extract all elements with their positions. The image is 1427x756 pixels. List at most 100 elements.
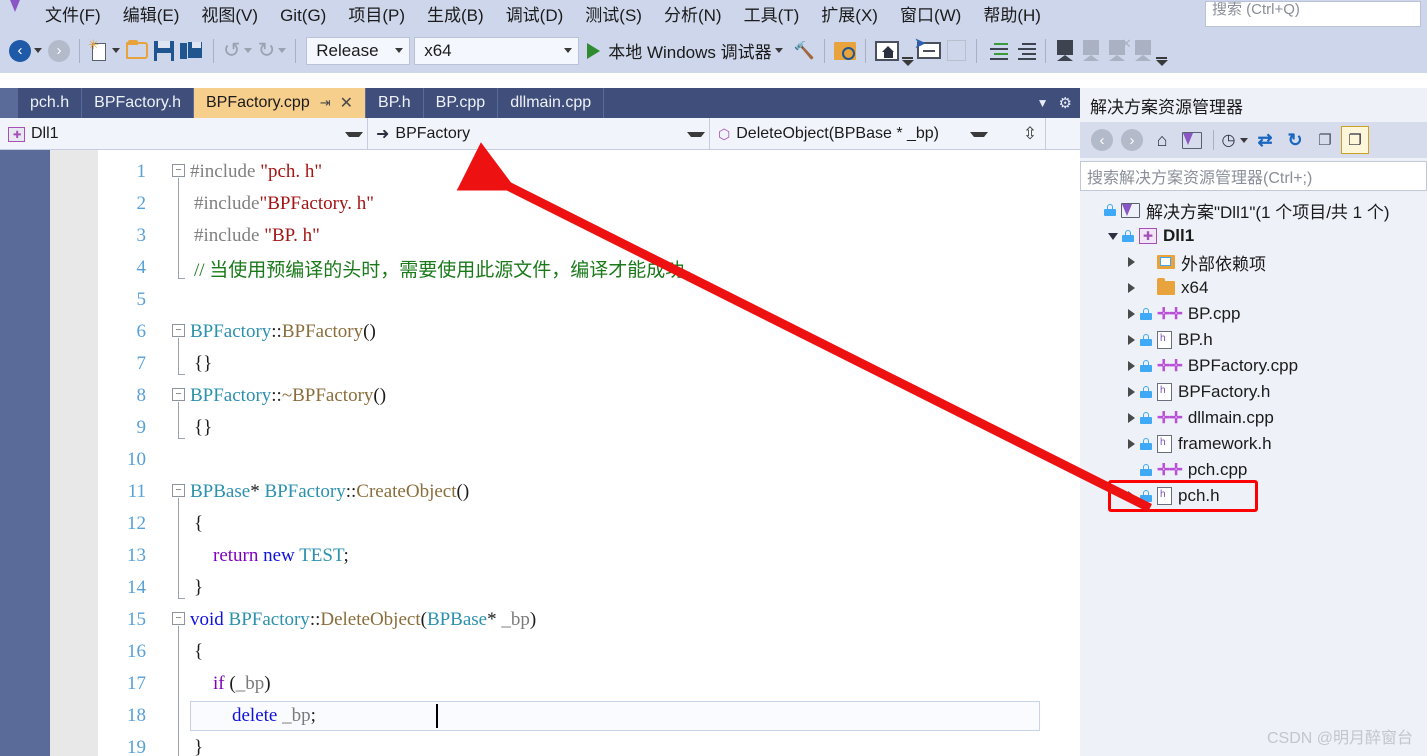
save-all-button[interactable] xyxy=(177,34,207,68)
new-item-button[interactable]: ✳ xyxy=(86,34,123,68)
expand-arrow-icon[interactable] xyxy=(1122,257,1140,267)
expand-arrow-icon[interactable] xyxy=(1122,413,1140,423)
se-code-view-button[interactable] xyxy=(1178,126,1206,154)
save-button[interactable] xyxy=(151,34,177,68)
code-line[interactable]: 7 {} xyxy=(0,348,1080,380)
code-editor[interactable]: 1− #include "pch. h" 2 #include"BPFactory. … xyxy=(0,150,1080,756)
menu-item-git[interactable]: Git(G) xyxy=(269,6,337,28)
fold-toggle-icon[interactable]: − xyxy=(172,324,185,337)
fold-toggle-icon[interactable]: − xyxy=(172,388,185,401)
tree-item[interactable]: ✛✛ dllmain.cpp xyxy=(1080,405,1427,431)
indent-increase-button[interactable] xyxy=(983,34,1011,68)
expand-arrow-icon[interactable] xyxy=(1122,439,1140,449)
tree-item[interactable]: h BPFactory.h xyxy=(1080,379,1427,405)
comment-button[interactable] xyxy=(1011,34,1039,68)
code-line[interactable]: 9 {} xyxy=(0,412,1080,444)
code-line[interactable]: 11 − BPBase* BPFactory::CreateObject() xyxy=(0,476,1080,508)
find-in-files-button[interactable] xyxy=(831,34,859,68)
code-lines-container[interactable]: 1− #include "pch. h" 2 #include"BPFactory. … xyxy=(0,150,1080,756)
solution-explorer-search-input[interactable]: 搜索解决方案资源管理器(Ctrl+;) xyxy=(1080,161,1427,191)
tab-bp-cpp[interactable]: BP.cpp xyxy=(423,88,499,118)
code-line[interactable]: 2 #include"BPFactory. h" xyxy=(0,188,1080,220)
se-sync-button[interactable]: ⇄ xyxy=(1251,126,1279,154)
menu-item-view[interactable]: 视图(V) xyxy=(190,6,269,28)
se-show-all-files-button[interactable]: ❐ xyxy=(1341,126,1369,154)
clear-bookmarks-button[interactable]: ✕ xyxy=(1121,34,1156,68)
menu-item-tools[interactable]: 工具(T) xyxy=(733,6,811,28)
expand-arrow-icon[interactable] xyxy=(1122,283,1140,293)
code-line[interactable]: 3 #include "BP. h" xyxy=(0,220,1080,252)
se-forward-button[interactable]: › xyxy=(1118,126,1146,154)
tree-item[interactable]: h BP.h xyxy=(1080,327,1427,353)
tree-item[interactable]: ✚ Dll1 xyxy=(1080,223,1427,249)
se-home-button[interactable]: ⌂ xyxy=(1148,126,1176,154)
tree-item[interactable]: 外部依赖项 xyxy=(1080,249,1427,275)
menu-item-analyze[interactable]: 分析(N) xyxy=(653,6,733,28)
code-line[interactable]: 14} xyxy=(0,572,1080,604)
collapse-arrow-icon[interactable] xyxy=(1104,232,1122,240)
menu-item-window[interactable]: 窗口(W) xyxy=(889,6,972,28)
gear-icon[interactable]: ⚙ xyxy=(1059,94,1072,112)
redo-button[interactable]: ↻ xyxy=(255,34,290,68)
preview-home-button[interactable] xyxy=(872,34,902,68)
code-line[interactable]: 19} xyxy=(0,732,1080,756)
split-editor-icon[interactable]: ⇳ xyxy=(1019,124,1041,144)
code-line[interactable]: 17 if (_bp) xyxy=(0,668,1080,700)
code-line[interactable]: 6 − BPFactory::BPFactory() xyxy=(0,316,1080,348)
navigate-back-button[interactable]: ‹ xyxy=(6,34,45,68)
tab-bpfactory-cpp[interactable]: BPFactory.cpp ⇥ ✕ xyxy=(193,88,367,118)
code-line[interactable]: 1 − #include "pch. h" xyxy=(0,156,1080,188)
tree-item[interactable]: h pch.h xyxy=(1080,483,1427,509)
code-line[interactable]: 13 return new TEST; xyxy=(0,540,1080,572)
code-line[interactable]: 12 { xyxy=(0,508,1080,540)
se-collapse-all-button[interactable]: ❐ xyxy=(1311,126,1339,154)
close-tab-icon[interactable]: ✕ xyxy=(340,93,353,113)
tree-item[interactable]: ✛✛ pch.cpp xyxy=(1080,457,1427,483)
fold-toggle-icon[interactable]: − xyxy=(172,484,185,497)
se-pending-changes-button[interactable]: ◷ xyxy=(1221,126,1249,154)
menu-item-help[interactable]: 帮助(H) xyxy=(972,6,1052,28)
tree-item[interactable]: 解决方案"Dll1"(1 个项目/共 1 个) xyxy=(1080,197,1427,223)
solution-tree[interactable]: 解决方案"Dll1"(1 个项目/共 1 个) ✚ Dll1 外部依赖项 x64 ✛✛ BP… xyxy=(1080,191,1427,509)
tab-bp-h[interactable]: BP.h xyxy=(366,88,424,118)
tab-pch-h[interactable]: pch.h xyxy=(18,88,83,118)
tree-item[interactable]: ✛✛ BP.cpp xyxy=(1080,301,1427,327)
navigate-forward-button[interactable]: › xyxy=(45,34,73,68)
open-file-button[interactable] xyxy=(123,34,151,68)
menu-item-test[interactable]: 测试(S) xyxy=(574,6,653,28)
tab-bpfactory-h[interactable]: BPFactory.h xyxy=(82,88,194,118)
menu-item-debug[interactable]: 调试(D) xyxy=(495,6,575,28)
expand-arrow-icon[interactable] xyxy=(1122,309,1140,319)
member-selector-dropdown[interactable]: ⬡ DeleteObject(BPBase * _bp) ⇳ xyxy=(710,118,1046,150)
tab-list-dropdown-icon[interactable]: ▼ xyxy=(1037,96,1049,110)
se-back-button[interactable]: ‹ xyxy=(1088,126,1116,154)
start-debugging-button[interactable]: 本地 Windows 调试器 xyxy=(579,34,790,68)
type-selector-dropdown[interactable]: ➜ BPFactory xyxy=(368,118,710,150)
code-line[interactable]: 16 { xyxy=(0,636,1080,668)
toolbar-overflow-button-2[interactable] xyxy=(1155,34,1168,68)
menu-item-build[interactable]: 生成(B) xyxy=(416,6,495,28)
project-selector-dropdown[interactable]: ✚ Dll1 xyxy=(0,118,368,150)
global-search-input[interactable]: 搜索 (Ctrl+Q) xyxy=(1205,1,1421,27)
cursor-select-button[interactable]: ➤ xyxy=(914,34,944,68)
tree-item[interactable]: x64 xyxy=(1080,275,1427,301)
tab-dllmain-cpp[interactable]: dllmain.cpp xyxy=(498,88,605,118)
undo-button[interactable]: ↺ xyxy=(220,34,255,68)
toolbar-overflow-button[interactable] xyxy=(901,34,914,68)
menu-item-extensions[interactable]: 扩展(X) xyxy=(810,6,889,28)
configuration-dropdown[interactable]: Release xyxy=(306,36,411,65)
se-refresh-button[interactable]: ↻ xyxy=(1281,126,1309,154)
toggle-bookmark-button[interactable] xyxy=(1052,34,1078,68)
code-line[interactable]: 5 xyxy=(0,284,1080,316)
menu-item-edit[interactable]: 编辑(E) xyxy=(112,6,191,28)
pin-tab-icon[interactable]: ⇥ xyxy=(320,95,331,111)
code-line[interactable]: 18 delete _bp; xyxy=(0,700,1080,732)
expand-arrow-icon[interactable] xyxy=(1122,387,1140,397)
platform-dropdown[interactable]: x64 xyxy=(414,36,580,65)
tree-item[interactable]: ✛✛ BPFactory.cpp xyxy=(1080,353,1427,379)
copy-lines-button[interactable] xyxy=(944,34,970,68)
hot-reload-button[interactable]: 🔨 xyxy=(791,34,818,68)
expand-arrow-icon[interactable] xyxy=(1122,491,1140,501)
menu-item-project[interactable]: 项目(P) xyxy=(337,6,416,28)
code-line[interactable]: 10 xyxy=(0,444,1080,476)
